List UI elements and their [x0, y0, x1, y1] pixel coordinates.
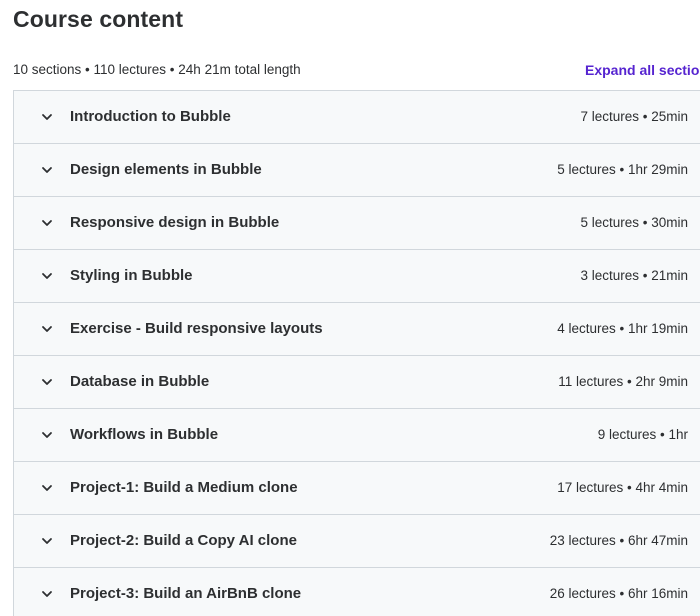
section-title: Project-2: Build a Copy AI clone — [70, 532, 297, 549]
expand-all-sections-button[interactable]: Expand all sections — [585, 60, 700, 80]
section-title: Responsive design in Bubble — [70, 214, 280, 231]
page-title: Course content — [13, 6, 184, 32]
chevron-down-icon — [42, 114, 52, 120]
chevron-down-icon — [42, 220, 52, 226]
section-meta: 5 lectures • 1hr 29min — [557, 162, 688, 177]
section-title: Exercise - Build responsive layouts — [70, 320, 323, 337]
section-item[interactable]: Responsive design in Bubble 5 lectures •… — [14, 197, 700, 250]
section-item[interactable]: Project-2: Build a Copy AI clone 23 lect… — [14, 515, 700, 568]
section-meta: 11 lectures • 2hr 9min — [558, 374, 688, 389]
chevron-down-icon — [42, 538, 52, 544]
chevron-down-icon — [42, 591, 52, 597]
chevron-down-icon — [42, 432, 52, 438]
course-summary: 10 sections • 110 lectures • 24h 21m tot… — [13, 62, 301, 77]
chevron-down-icon — [42, 326, 52, 332]
section-item[interactable]: Project-1: Build a Medium clone 17 lectu… — [14, 462, 700, 515]
section-title: Styling in Bubble — [70, 267, 193, 284]
section-meta: 3 lectures • 21min — [580, 268, 688, 283]
section-item[interactable]: Design elements in Bubble 5 lectures • 1… — [14, 144, 700, 197]
chevron-down-icon — [42, 485, 52, 491]
section-title: Project-1: Build a Medium clone — [70, 479, 298, 496]
section-item[interactable]: Project-3: Build an AirBnB clone 26 lect… — [14, 568, 700, 616]
section-item[interactable]: Workflows in Bubble 9 lectures • 1hr — [14, 409, 700, 462]
section-meta: 9 lectures • 1hr — [597, 427, 688, 442]
section-item[interactable]: Introduction to Bubble 7 lectures • 25mi… — [14, 91, 700, 144]
chevron-down-icon — [42, 379, 52, 385]
summary-bar: 10 sections • 110 lectures • 24h 21m tot… — [13, 60, 700, 80]
section-meta: 5 lectures • 30min — [580, 215, 688, 230]
section-item[interactable]: Exercise - Build responsive layouts 4 le… — [14, 303, 700, 356]
section-meta: 23 lectures • 6hr 47min — [549, 533, 688, 548]
section-title: Project-3: Build an AirBnB clone — [70, 585, 302, 602]
section-meta: 7 lectures • 25min — [580, 109, 688, 124]
chevron-down-icon — [42, 167, 52, 173]
section-title: Database in Bubble — [70, 373, 210, 390]
section-title: Workflows in Bubble — [70, 426, 219, 443]
section-meta: 4 lectures • 1hr 19min — [557, 321, 688, 336]
section-meta: 17 lectures • 4hr 4min — [557, 480, 688, 495]
section-item[interactable]: Database in Bubble 11 lectures • 2hr 9mi… — [14, 356, 700, 409]
course-content-panel: Course content 10 sections • 110 lecture… — [0, 0, 700, 616]
section-meta: 26 lectures • 6hr 16min — [549, 586, 688, 601]
section-title: Introduction to Bubble — [70, 108, 231, 125]
chevron-down-icon — [42, 273, 52, 279]
section-title: Design elements in Bubble — [70, 161, 262, 178]
section-item[interactable]: Styling in Bubble 3 lectures • 21min — [14, 250, 700, 303]
section-list: Introduction to Bubble 7 lectures • 25mi… — [13, 90, 700, 616]
